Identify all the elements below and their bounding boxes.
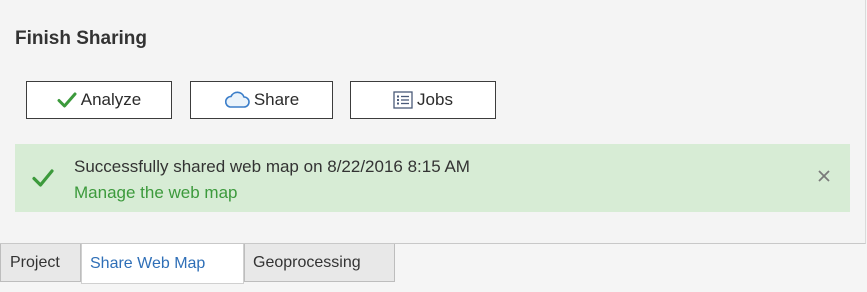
analyze-button-label: Analyze: [80, 90, 142, 109]
success-message-text: Successfully shared web map on 8/22/2016…: [74, 157, 470, 176]
pane-tab-strip: Project Share Web Map Geoprocessing: [0, 244, 395, 284]
jobs-button[interactable]: Jobs: [350, 81, 496, 119]
tab-geoprocessing[interactable]: Geoprocessing: [244, 244, 395, 282]
share-button[interactable]: Share: [190, 81, 333, 119]
checkmark-icon: [31, 168, 55, 193]
success-message-bar: Successfully shared web map on 8/22/2016…: [15, 144, 850, 212]
finish-sharing-panel: Finish Sharing Analyze Share Jobs Succes…: [0, 0, 866, 244]
close-icon[interactable]: [814, 166, 834, 186]
manage-web-map-link[interactable]: Manage the web map: [74, 183, 238, 203]
section-title: Finish Sharing: [15, 28, 147, 49]
tab-project[interactable]: Project: [0, 244, 81, 282]
checkmark-icon: [57, 92, 77, 108]
analyze-button[interactable]: Analyze: [26, 81, 172, 119]
share-button-label: Share: [253, 90, 300, 109]
list-icon: [393, 91, 413, 109]
cloud-icon: [224, 91, 250, 109]
tab-share-web-map[interactable]: Share Web Map: [81, 244, 244, 284]
jobs-button-label: Jobs: [417, 90, 453, 109]
